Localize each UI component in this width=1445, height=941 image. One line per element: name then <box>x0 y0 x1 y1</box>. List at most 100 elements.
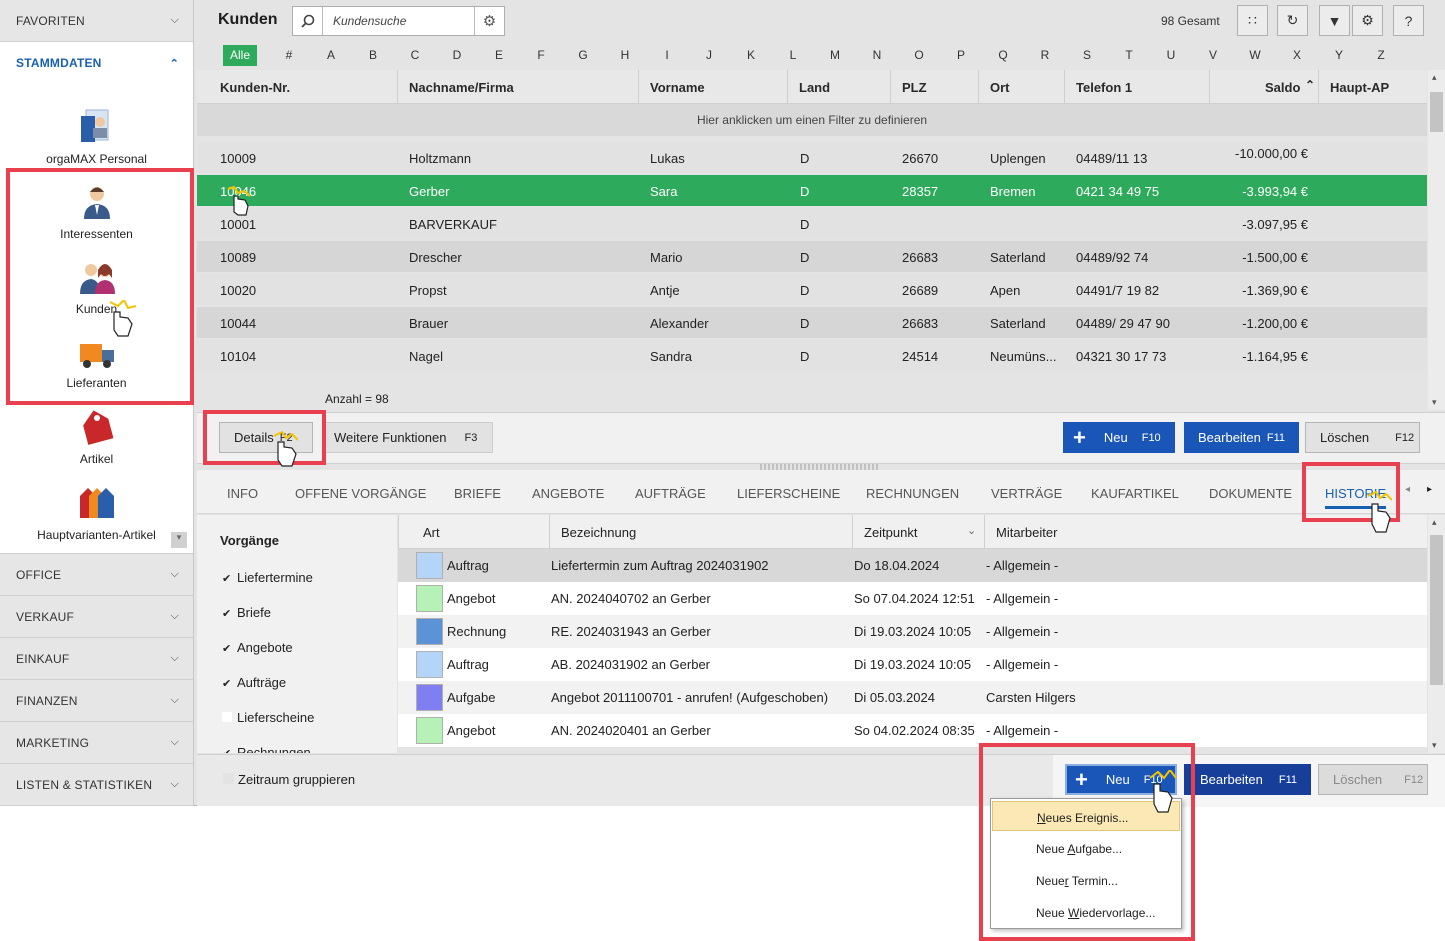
scroll-down-icon[interactable]: ▾ <box>1432 397 1437 408</box>
tab-scroll-left-icon[interactable]: ◂ <box>1405 484 1410 495</box>
table-row[interactable]: 10104 Nagel Sandra D 24514 Neumüns... 04321 30… <box>197 340 1427 371</box>
scroll-down-icon[interactable]: ▾ <box>171 532 187 548</box>
tab-kaufartikel[interactable]: KAUFARTIKEL <box>1091 486 1179 501</box>
table-row-selected[interactable]: 10046 Gerber Sara D 28357 Bremen 0421 34 49 75… <box>197 175 1427 206</box>
gear-icon[interactable]: ⚙ <box>474 7 504 35</box>
alphabet-filter-letter[interactable]: C <box>405 48 425 62</box>
sidebar-section-office[interactable]: OFFICE ⌵ <box>0 554 193 596</box>
alphabet-filter-letter[interactable]: P <box>951 48 971 62</box>
tab-rechnungen[interactable]: RECHNUNGEN <box>866 486 959 501</box>
alphabet-filter-letter[interactable]: Q <box>993 48 1013 62</box>
col-nachname[interactable]: Nachname/Firma <box>409 80 514 95</box>
bearbeiten-button[interactable]: Bearbeiten F11 <box>1184 422 1299 453</box>
alphabet-filter-all[interactable]: Alle <box>223 45 257 66</box>
weitere-funktionen-button[interactable]: Weitere Funktionen F3 <box>323 422 493 453</box>
sidebar-section-marketing[interactable]: MARKETING ⌵ <box>0 722 193 764</box>
tab-offene-vorgänge[interactable]: OFFENE VORGÄNGE <box>295 486 426 501</box>
vorgang-filter[interactable]: ✔ Liefertermine <box>222 570 313 585</box>
sidebar-item-orgamax-personal[interactable]: orgaMAX Personal <box>0 108 193 166</box>
col-ort[interactable]: Ort <box>990 80 1010 95</box>
loeschen-button[interactable]: Löschen F12 <box>1305 422 1420 453</box>
table-row[interactable]: 10001 BARVERKAUF D -3.097,95 € <box>197 208 1427 239</box>
history-bearbeiten-button[interactable]: Bearbeiten F11 <box>1184 764 1311 795</box>
alphabet-filter-letter[interactable]: D <box>447 48 467 62</box>
history-row[interactable]: Rechnung RE. 2024031943 an Gerber Di 19.03… <box>398 615 1427 648</box>
tab-briefe[interactable]: BRIEFE <box>454 486 501 501</box>
history-row[interactable]: Aufgabe Angebot 2011100701 - anrufen! (Au… <box>398 681 1427 714</box>
vorgang-filter[interactable]: ✔ Aufträge <box>222 675 286 690</box>
scroll-thumb[interactable] <box>1430 92 1443 132</box>
col-plz[interactable]: PLZ <box>902 80 927 95</box>
alphabet-filter-letter[interactable]: W <box>1245 48 1265 62</box>
history-row[interactable]: Angebot AN. 2024040702 an Gerber So 07.04.… <box>398 582 1427 615</box>
zeitraum-checkbox[interactable] <box>223 773 234 784</box>
alphabet-filter-letter[interactable]: # <box>279 48 299 62</box>
alphabet-filter-letter[interactable]: J <box>699 48 719 62</box>
alphabet-filter-letter[interactable]: E <box>489 48 509 62</box>
alphabet-filter-letter[interactable]: A <box>321 48 341 62</box>
sidebar-item-artikel[interactable]: Artikel <box>0 408 193 466</box>
history-scrollbar[interactable]: ▴ ▾ <box>1428 515 1445 753</box>
checkmark-icon[interactable]: ✔ <box>222 574 232 585</box>
alphabet-filter-letter[interactable]: V <box>1203 48 1223 62</box>
col-zeitpunkt[interactable]: Zeitpunkt <box>864 525 917 540</box>
vorgang-filter[interactable]: Lieferscheine <box>222 710 314 725</box>
vorgang-filter[interactable]: ✔ Rechnungen <box>222 745 311 753</box>
sidebar-section-finanzen[interactable]: FINANZEN ⌵ <box>0 680 193 722</box>
alphabet-filter-letter[interactable]: I <box>657 48 677 62</box>
col-saldo[interactable]: Saldo <box>1265 80 1300 95</box>
table-row[interactable]: 10044 Brauer Alexander D 26683 Saterland 04489… <box>197 307 1427 338</box>
search-icon[interactable] <box>293 7 323 35</box>
checkbox-empty[interactable] <box>222 712 232 722</box>
filter-row[interactable]: Hier anklicken um einen Filter zu defini… <box>197 104 1427 136</box>
tab-angebote[interactable]: ANGEBOTE <box>532 486 604 501</box>
checkmark-icon[interactable]: ✔ <box>222 609 232 620</box>
settings-button[interactable]: ⚙ <box>1352 5 1383 36</box>
alphabet-filter-letter[interactable]: N <box>867 48 887 62</box>
scroll-up-icon[interactable]: ▴ <box>1432 72 1437 83</box>
filter-button[interactable]: ▼ <box>1319 5 1350 36</box>
vorgang-filter[interactable]: ✔ Briefe <box>222 605 271 620</box>
scroll-up-icon[interactable]: ▴ <box>1432 517 1437 528</box>
history-row-selected[interactable]: Auftrag Liefertermin zum Auftrag 20240319… <box>398 549 1427 582</box>
alphabet-filter-letter[interactable]: B <box>363 48 383 62</box>
col-vorname[interactable]: Vorname <box>650 80 705 95</box>
alphabet-filter-letter[interactable]: Y <box>1329 48 1349 62</box>
tab-dokumente[interactable]: DOKUMENTE <box>1209 486 1292 501</box>
alphabet-filter-letter[interactable]: O <box>909 48 929 62</box>
alphabet-filter-letter[interactable]: K <box>741 48 761 62</box>
alphabet-filter-letter[interactable]: F <box>531 48 551 62</box>
col-telefon[interactable]: Telefon 1 <box>1076 80 1132 95</box>
col-haupt-ap[interactable]: Haupt-AP <box>1330 80 1389 95</box>
alphabet-filter-letter[interactable]: M <box>825 48 845 62</box>
alphabet-filter-letter[interactable]: R <box>1035 48 1055 62</box>
tab-info[interactable]: INFO <box>227 486 258 501</box>
sidebar-section-einkauf[interactable]: EINKAUF ⌵ <box>0 638 193 680</box>
alphabet-filter-letter[interactable]: G <box>573 48 593 62</box>
checkmark-icon[interactable]: ✔ <box>222 749 232 754</box>
scroll-thumb[interactable] <box>1430 535 1443 685</box>
col-mitarbeiter[interactable]: Mitarbeiter <box>996 525 1057 540</box>
neu-button[interactable]: + Neu F10 <box>1063 422 1175 453</box>
col-art[interactable]: Art <box>423 525 440 540</box>
table-row[interactable]: 10020 Propst Antje D 26689 Apen 04491/7 19 82 -… <box>197 274 1427 305</box>
table-row[interactable]: 10089 Drescher Mario D 26683 Saterland 04489/9… <box>197 241 1427 272</box>
history-loeschen-button[interactable]: Löschen F12 <box>1318 764 1428 795</box>
col-land[interactable]: Land <box>799 80 830 95</box>
sidebar-section-favoriten[interactable]: FAVORITEN ⌵ <box>0 0 193 42</box>
checkmark-icon[interactable]: ✔ <box>222 679 232 690</box>
scroll-down-icon[interactable]: ▾ <box>1432 740 1437 751</box>
search-input[interactable]: Kundensuche <box>333 14 406 28</box>
sidebar-item-hauptvarianten-artikel[interactable]: Hauptvarianten-Artikel <box>0 484 193 542</box>
sidebar-section-stammdaten[interactable]: STAMMDATEN ⌃ <box>0 42 193 84</box>
tab-scroll-right-icon[interactable]: ▸ <box>1427 484 1432 495</box>
alphabet-filter-letter[interactable]: H <box>615 48 635 62</box>
grid-view-button[interactable]: ∷ <box>1237 5 1268 36</box>
tab-verträge[interactable]: VERTRÄGE <box>991 486 1062 501</box>
table-row[interactable]: 10009 Holtzmann Lukas D 26670 Uplengen 04489/1… <box>197 142 1427 173</box>
alphabet-filter-letter[interactable]: T <box>1119 48 1139 62</box>
checkmark-icon[interactable]: ✔ <box>222 644 232 655</box>
col-kunden-nr[interactable]: Kunden-Nr. <box>220 80 290 95</box>
alphabet-filter-letter[interactable]: Z <box>1371 48 1391 62</box>
tab-lieferscheine[interactable]: LIEFERSCHEINE <box>737 486 840 501</box>
